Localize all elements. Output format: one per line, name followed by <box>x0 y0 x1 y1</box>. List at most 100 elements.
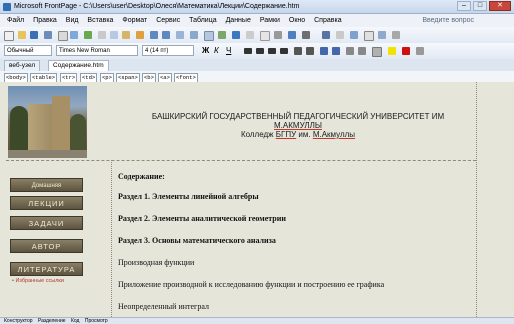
web-component-icon[interactable] <box>190 31 198 39</box>
justify-icon[interactable] <box>280 48 288 54</box>
borders-icon[interactable] <box>372 47 382 57</box>
view-design-tab[interactable]: Конструктор <box>4 318 33 324</box>
insert-layer-icon[interactable] <box>176 31 184 39</box>
menu-window[interactable]: Окно <box>289 14 305 27</box>
window-title: Microsoft FrontPage - C:\Users\user\Desk… <box>14 3 300 10</box>
format-painter-icon[interactable] <box>136 31 144 39</box>
nav-lectures-button[interactable]: ЛЕКЦИИ <box>10 196 83 210</box>
design-view-page[interactable]: БАШКИРСКИЙ ГОСУДАРСТВЕННЫЙ ПЕДАГОГИЧЕСКИ… <box>0 82 514 317</box>
publish-icon[interactable] <box>44 31 52 39</box>
tag-p[interactable]: <p> <box>100 72 114 83</box>
italic-button[interactable]: К <box>214 46 219 56</box>
spelling-icon[interactable] <box>84 31 92 39</box>
menu-edit[interactable]: Правка <box>33 14 57 27</box>
insert-table-icon[interactable] <box>204 31 214 41</box>
bullets-icon[interactable] <box>332 47 340 55</box>
insert-picture-icon[interactable] <box>218 31 226 39</box>
menu-table[interactable]: Таблица <box>189 14 216 27</box>
decrease-font-icon[interactable] <box>306 47 314 55</box>
increase-indent-icon[interactable] <box>358 47 366 55</box>
align-left-icon[interactable] <box>244 48 252 54</box>
topic-derivative-application-link[interactable]: Приложение производной к исследованию фу… <box>118 280 384 289</box>
numbering-icon[interactable] <box>320 47 328 55</box>
tag-tr[interactable]: <tr> <box>60 72 78 83</box>
menu-file[interactable]: Файл <box>7 14 24 27</box>
open-folder-icon[interactable] <box>18 31 26 39</box>
tag-table[interactable]: <table> <box>30 72 58 83</box>
undo-icon[interactable] <box>150 31 158 39</box>
university-header: БАШКИРСКИЙ ГОСУДАРСТВЕННЫЙ ПЕДАГОГИЧЕСКИ… <box>118 112 478 139</box>
align-center-icon[interactable] <box>256 48 264 54</box>
cut-icon[interactable] <box>98 31 106 39</box>
menu-format[interactable]: Формат <box>122 14 147 27</box>
style-select[interactable]: Обычный <box>4 45 52 56</box>
view-code-tab[interactable]: Код <box>71 318 80 324</box>
hyperlink-icon[interactable] <box>232 31 240 39</box>
topic-derivative-link[interactable]: Производная функции <box>118 258 194 267</box>
minimize-button[interactable]: – <box>457 1 471 11</box>
tag-b[interactable]: <b> <box>142 72 156 83</box>
bold-button[interactable]: Ж <box>202 46 209 56</box>
refresh-icon[interactable] <box>246 31 254 39</box>
tag-body[interactable]: <body> <box>4 72 28 83</box>
split-view-icon[interactable] <box>336 31 344 39</box>
paragraph-mark-icon[interactable] <box>364 31 374 41</box>
show-all-icon[interactable] <box>274 31 282 39</box>
nav-author-button[interactable]: АВТОР <box>10 239 83 253</box>
new-page-icon[interactable] <box>4 31 14 41</box>
favorites-link-label: Избранные ссылки <box>15 278 64 284</box>
table-border-right <box>476 82 477 317</box>
menu-tools[interactable]: Сервис <box>156 14 180 27</box>
folder-list-icon[interactable] <box>288 31 296 39</box>
menu-help[interactable]: Справка <box>314 14 341 27</box>
menu-data[interactable]: Данные <box>226 14 251 27</box>
table-border-column <box>111 160 112 317</box>
ask-question-input[interactable]: Введите вопрос <box>422 14 474 27</box>
copy-icon[interactable] <box>110 31 118 39</box>
view-preview-tab[interactable]: Просмотр <box>85 318 108 324</box>
tag-font[interactable]: <font> <box>174 72 198 83</box>
zoom-icon[interactable] <box>378 31 386 39</box>
section-3-link[interactable]: Раздел 3. Основы математического анализа <box>118 236 276 245</box>
preview-icon[interactable] <box>70 31 78 39</box>
print-icon[interactable] <box>58 31 68 41</box>
photo-tree-left <box>10 106 28 156</box>
help-icon[interactable] <box>302 31 310 39</box>
section-1-link[interactable]: Раздел 1. Элементы линейной алгебры <box>118 192 259 201</box>
paste-icon[interactable] <box>122 31 130 39</box>
header-line-3a: Колледж <box>240 130 276 139</box>
menu-insert[interactable]: Вставка <box>87 14 113 27</box>
nav-literature-button[interactable]: ЛИТЕРАТУРА <box>10 262 83 276</box>
header-line-1: БАШКИРСКИЙ ГОСУДАРСТВЕННЫЙ ПЕДАГОГИЧЕСКИ… <box>151 112 445 121</box>
university-building-photo <box>8 86 87 158</box>
nav-home-button[interactable]: Домашняя <box>10 178 83 192</box>
maximize-button[interactable]: □ <box>473 1 487 11</box>
close-button[interactable]: ✕ <box>489 1 511 11</box>
menu-view[interactable]: Вид <box>66 14 79 27</box>
increase-font-icon[interactable] <box>294 47 302 55</box>
save-icon[interactable] <box>30 31 38 39</box>
font-color-icon[interactable] <box>402 47 410 55</box>
decrease-indent-icon[interactable] <box>346 47 354 55</box>
table-border-horizontal <box>6 160 476 161</box>
code-view-icon[interactable] <box>322 31 330 39</box>
design-view-icon[interactable] <box>350 31 358 39</box>
tag-td[interactable]: <td> <box>80 72 98 83</box>
tag-span[interactable]: <span> <box>116 72 140 83</box>
tag-a[interactable]: <a> <box>158 72 172 83</box>
highlight-icon[interactable] <box>388 47 396 55</box>
view-split-tab[interactable]: Разделение <box>38 318 66 324</box>
stop-icon[interactable] <box>260 31 270 41</box>
font-select[interactable]: Times New Roman <box>56 45 138 56</box>
underline-button[interactable]: Ч <box>226 46 231 56</box>
align-right-icon[interactable] <box>268 48 276 54</box>
menu-frames[interactable]: Рамки <box>260 14 280 27</box>
font-size-select[interactable]: 4 (14 пт) <box>142 45 194 56</box>
toolbar-options-2-icon[interactable] <box>416 47 424 55</box>
toolbar-options-icon[interactable] <box>392 31 400 39</box>
nav-tasks-button[interactable]: ЗАДАЧИ <box>10 216 83 230</box>
redo-icon[interactable] <box>162 31 170 39</box>
favorites-link[interactable]: • Избранные ссылки <box>12 278 64 284</box>
section-2-link[interactable]: Раздел 2. Элементы аналитической геометр… <box>118 214 286 223</box>
topic-indefinite-integral-link[interactable]: Неопределенный интеграл <box>118 302 209 311</box>
